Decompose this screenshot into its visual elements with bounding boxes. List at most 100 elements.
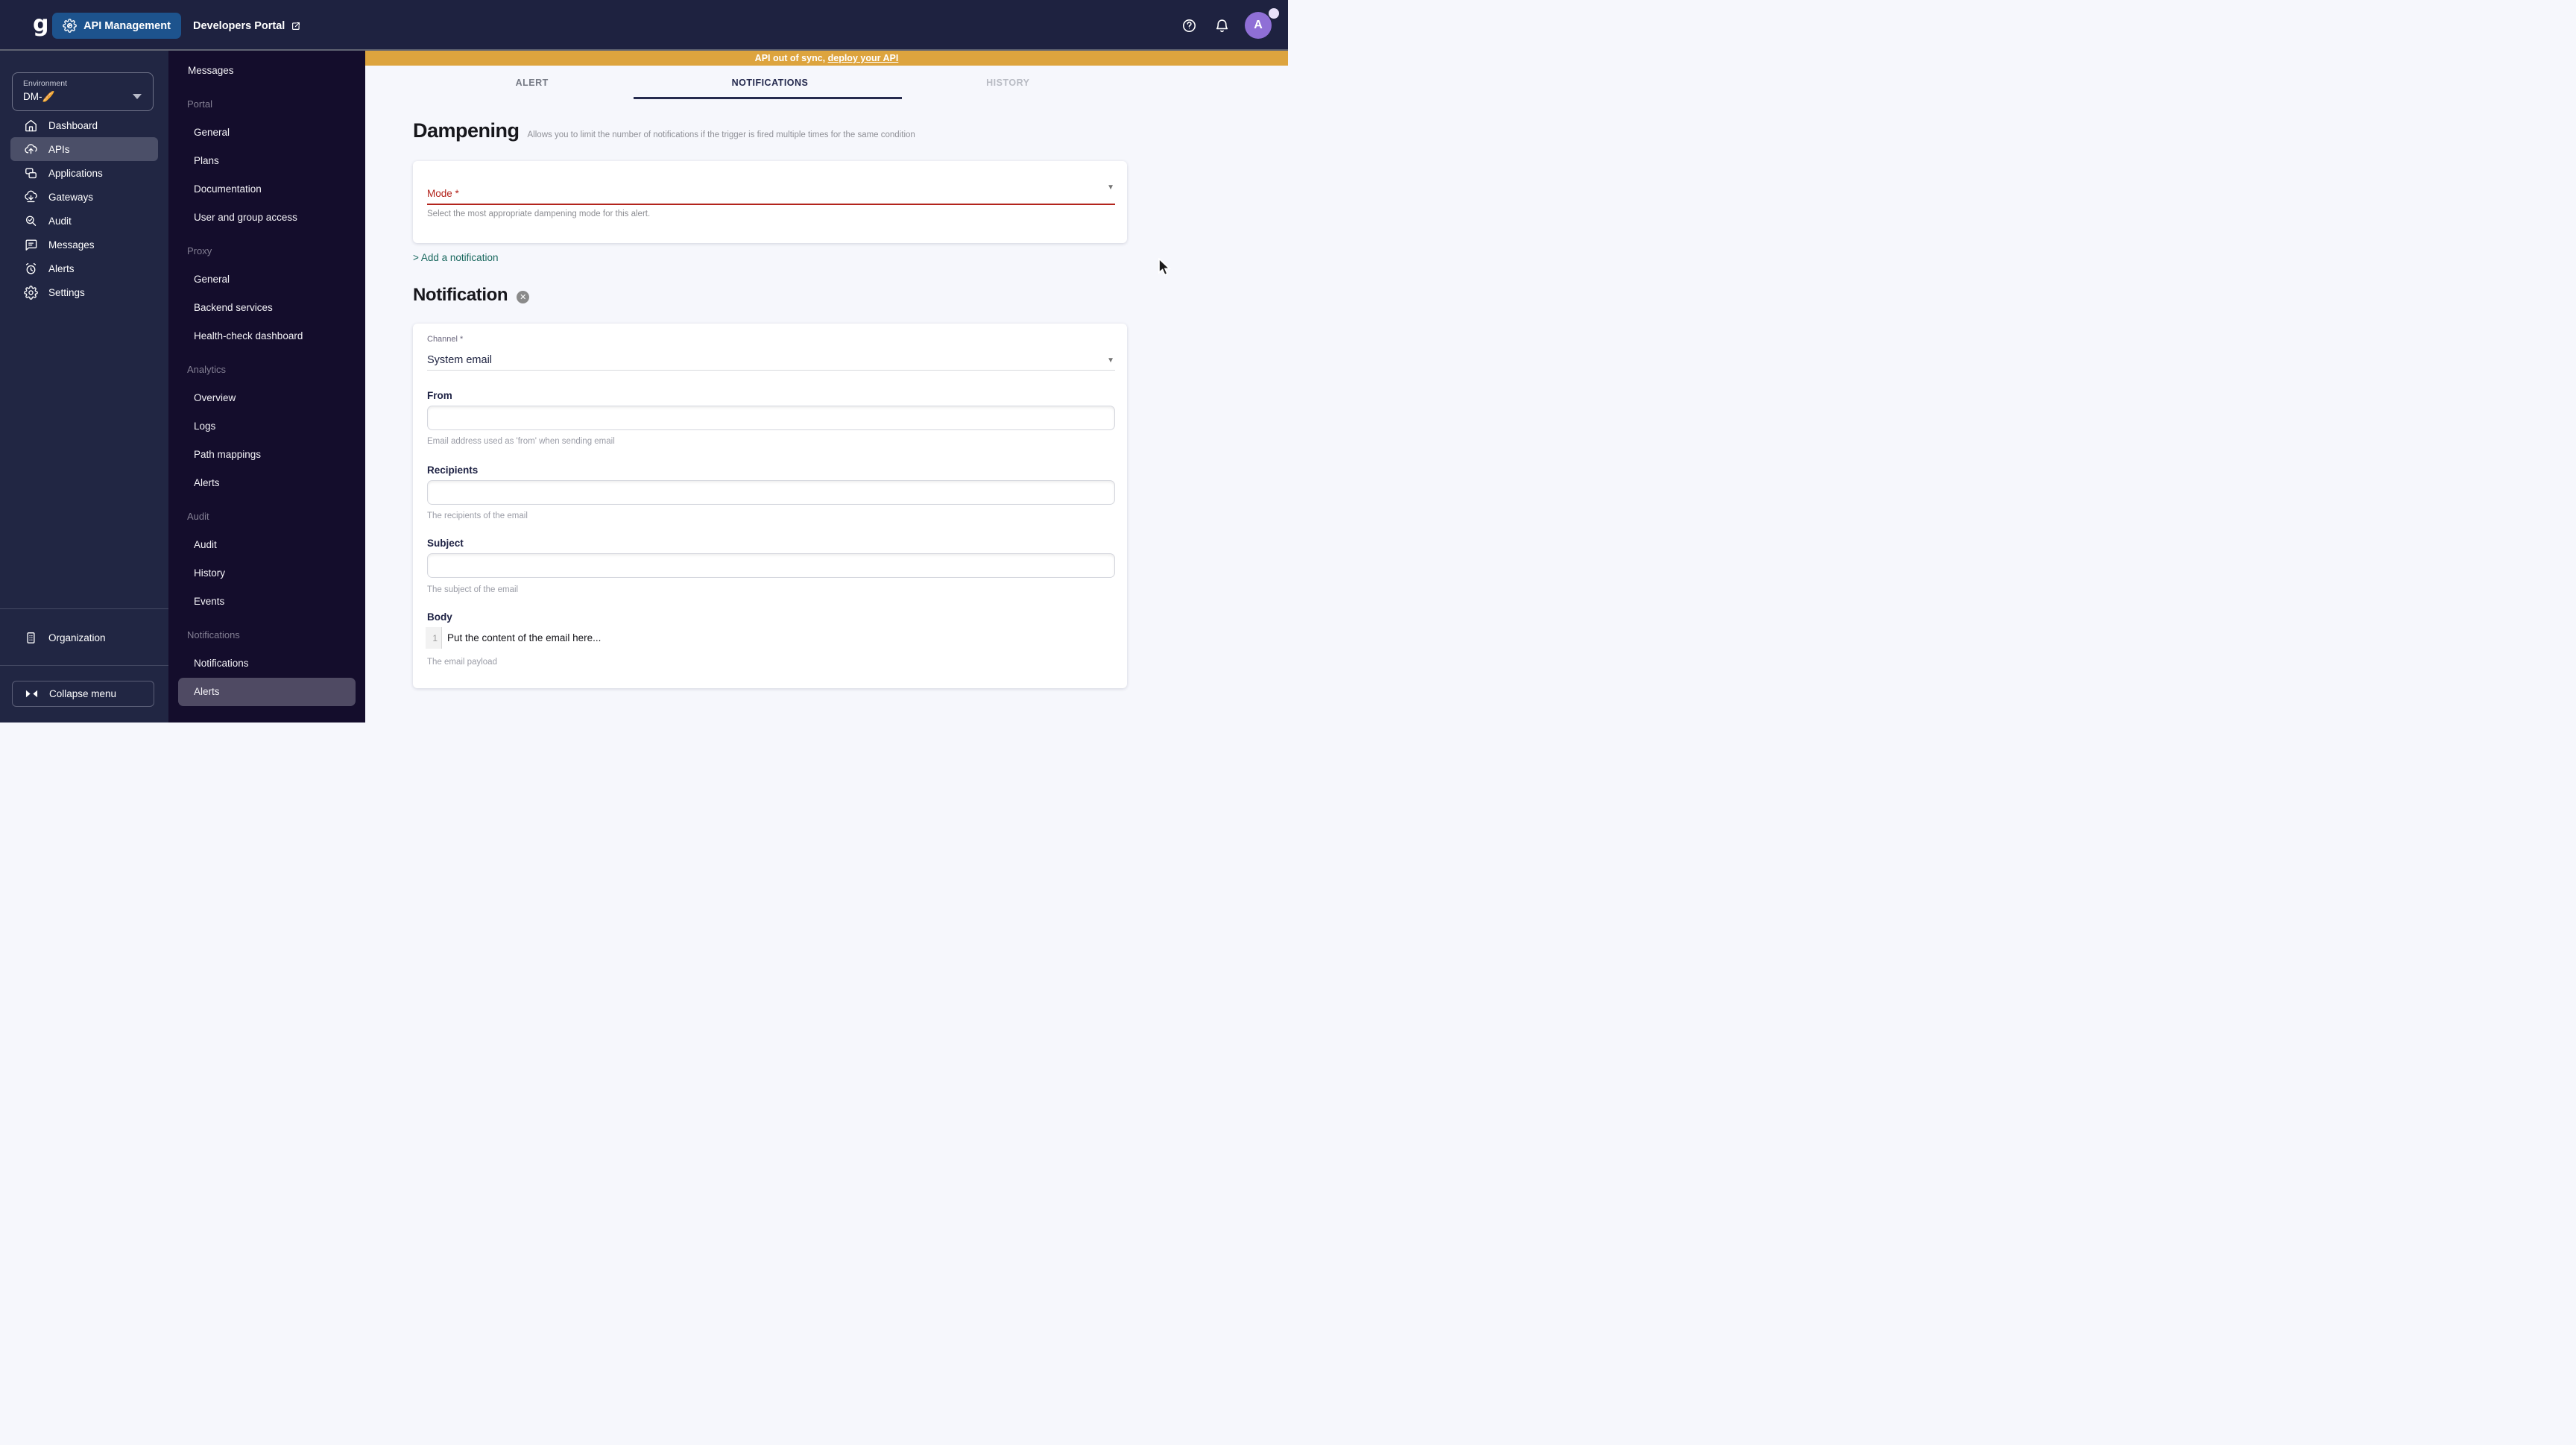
- api-management-button[interactable]: API Management: [52, 13, 181, 39]
- sidebar-item-alerts[interactable]: Alerts: [10, 256, 158, 280]
- deploy-api-link[interactable]: deploy your API: [828, 53, 899, 63]
- mode-select-underline[interactable]: [427, 204, 1115, 205]
- notification-title: Notification: [413, 285, 508, 305]
- divider: [0, 608, 168, 609]
- submenu-item-history[interactable]: History: [168, 559, 365, 588]
- submenu-item-path-mappings[interactable]: Path mappings: [168, 441, 365, 469]
- main-content: API out of sync, deploy your API ALERT N…: [365, 51, 1288, 722]
- submenu-item-health-check[interactable]: Health-check dashboard: [168, 322, 365, 350]
- mode-select-label: Mode *: [427, 188, 459, 199]
- sidebar-item-apis[interactable]: APIs: [10, 137, 158, 161]
- bell-icon[interactable]: [1214, 18, 1230, 34]
- dropdown-arrow-icon[interactable]: ▼: [1107, 356, 1114, 365]
- editor-content[interactable]: Put the content of the email here...: [442, 627, 601, 649]
- collapse-menu-label: Collapse menu: [49, 688, 117, 699]
- sidebar-item-label: APIs: [48, 143, 70, 155]
- sidebar-item-settings[interactable]: Settings: [10, 280, 158, 304]
- submenu-item-plans[interactable]: Plans: [168, 147, 365, 175]
- from-hint: Email address used as 'from' when sendin…: [427, 437, 615, 446]
- sidebar-org-section: Organization: [0, 626, 168, 649]
- subject-label: Subject: [427, 538, 464, 549]
- submenu-item-logs[interactable]: Logs: [168, 412, 365, 441]
- help-icon[interactable]: [1181, 18, 1197, 34]
- sidebar-item-label: Alerts: [48, 262, 75, 274]
- sidebar-item-label: Organization: [48, 632, 106, 643]
- top-bar: g API Management Developers Portal A: [0, 0, 1288, 51]
- alarm-clock-icon: [24, 262, 38, 276]
- from-label: From: [427, 390, 452, 401]
- submenu-item-audit[interactable]: Audit: [168, 531, 365, 559]
- tab-notifications[interactable]: NOTIFICATIONS: [651, 66, 888, 99]
- sidebar-item-organization[interactable]: Organization: [10, 626, 158, 649]
- recipients-label: Recipients: [427, 465, 479, 476]
- sidebar-item-label: Audit: [48, 215, 72, 227]
- notification-card: Channel * System email ▼ From Email addr…: [413, 324, 1127, 688]
- home-icon: [24, 119, 38, 133]
- submenu-item-overview[interactable]: Overview: [168, 384, 365, 412]
- divider: [0, 665, 168, 666]
- submenu-section-portal: Portal: [187, 98, 212, 110]
- sidebar-item-applications[interactable]: Applications: [10, 161, 158, 185]
- submenu-item-events[interactable]: Events: [168, 588, 365, 616]
- submenu-item-alerts[interactable]: Alerts: [178, 678, 356, 706]
- subject-hint: The subject of the email: [427, 585, 519, 594]
- api-out-of-sync-banner: API out of sync, deploy your API: [365, 51, 1288, 66]
- sidebar-item-label: Applications: [48, 167, 103, 179]
- channel-select[interactable]: System email: [427, 354, 492, 366]
- submenu-item-analytics-alerts[interactable]: Alerts: [168, 469, 365, 497]
- sidebar-item-messages[interactable]: Messages: [10, 233, 158, 256]
- dampening-header: Dampening Allows you to limit the number…: [413, 119, 915, 142]
- sidebar-item-audit[interactable]: Audit: [10, 209, 158, 233]
- sidebar-item-label: Settings: [48, 286, 85, 298]
- submenu-item-notifications[interactable]: Notifications: [168, 649, 365, 678]
- chat-icon: [24, 238, 38, 252]
- submenu-section-audit: Audit: [187, 511, 209, 522]
- collapse-menu-button[interactable]: Collapse menu: [12, 681, 154, 707]
- chevron-down-icon: [133, 94, 142, 99]
- gravitee-logo: g: [33, 11, 49, 37]
- sidebar-nav: Dashboard APIs Applications Gateways Aud…: [0, 113, 168, 304]
- developers-portal-link[interactable]: Developers Portal: [193, 13, 301, 39]
- search-check-icon: [24, 214, 38, 228]
- submenu-section-analytics: Analytics: [187, 364, 227, 375]
- sidebar-item-gateways[interactable]: Gateways: [10, 185, 158, 209]
- user-avatar[interactable]: A: [1245, 12, 1272, 39]
- recipients-input[interactable]: [427, 480, 1115, 505]
- submenu-item-user-group-access[interactable]: User and group access: [168, 204, 365, 232]
- submenu-item-documentation[interactable]: Documentation: [168, 175, 365, 204]
- sidebar-item-label: Dashboard: [48, 119, 98, 131]
- tab-bar: ALERT NOTIFICATIONS HISTORY: [413, 66, 1127, 99]
- avatar-initial: A: [1254, 19, 1263, 31]
- submenu-item-portal-general[interactable]: General: [168, 119, 365, 147]
- submenu-item-proxy-general[interactable]: General: [168, 265, 365, 294]
- body-code-editor[interactable]: 1 Put the content of the email here...: [426, 627, 601, 649]
- cloud-upload-icon: [24, 142, 38, 157]
- environment-selector[interactable]: Environment DM-🥖: [12, 72, 154, 111]
- add-notification-link[interactable]: > Add a notification: [413, 252, 498, 263]
- submenu-item-messages[interactable]: Messages: [168, 57, 365, 85]
- editor-line-number: 1: [426, 627, 442, 649]
- dropdown-arrow-icon[interactable]: ▼: [1107, 183, 1114, 192]
- submenu-section-notifications: Notifications: [187, 629, 240, 640]
- sidebar-item-dashboard[interactable]: Dashboard: [10, 113, 158, 137]
- from-input[interactable]: [427, 406, 1115, 430]
- dampening-title: Dampening: [413, 119, 520, 142]
- external-link-icon: [291, 21, 301, 31]
- tab-alert[interactable]: ALERT: [413, 66, 651, 99]
- primary-sidebar: Environment DM-🥖 Dashboard APIs Applicat…: [0, 51, 168, 722]
- subject-input[interactable]: [427, 553, 1115, 578]
- body-label: Body: [427, 611, 452, 623]
- mode-select-hint: Select the most appropriate dampening mo…: [427, 210, 651, 218]
- close-icon[interactable]: ✕: [517, 291, 530, 303]
- organization-icon: [24, 631, 38, 645]
- developers-portal-label: Developers Portal: [193, 19, 285, 32]
- recipients-hint: The recipients of the email: [427, 511, 528, 520]
- sidebar-item-label: Gateways: [48, 191, 94, 203]
- notification-header: Notification ✕: [413, 285, 530, 306]
- submenu-item-backend-services[interactable]: Backend services: [168, 294, 365, 322]
- sidebar-item-label: Messages: [48, 239, 95, 251]
- dampening-description: Allows you to limit the number of notifi…: [527, 130, 915, 139]
- body-hint: The email payload: [427, 658, 497, 667]
- avatar-status-dot: [1269, 8, 1279, 19]
- tab-history[interactable]: HISTORY: [889, 66, 1127, 99]
